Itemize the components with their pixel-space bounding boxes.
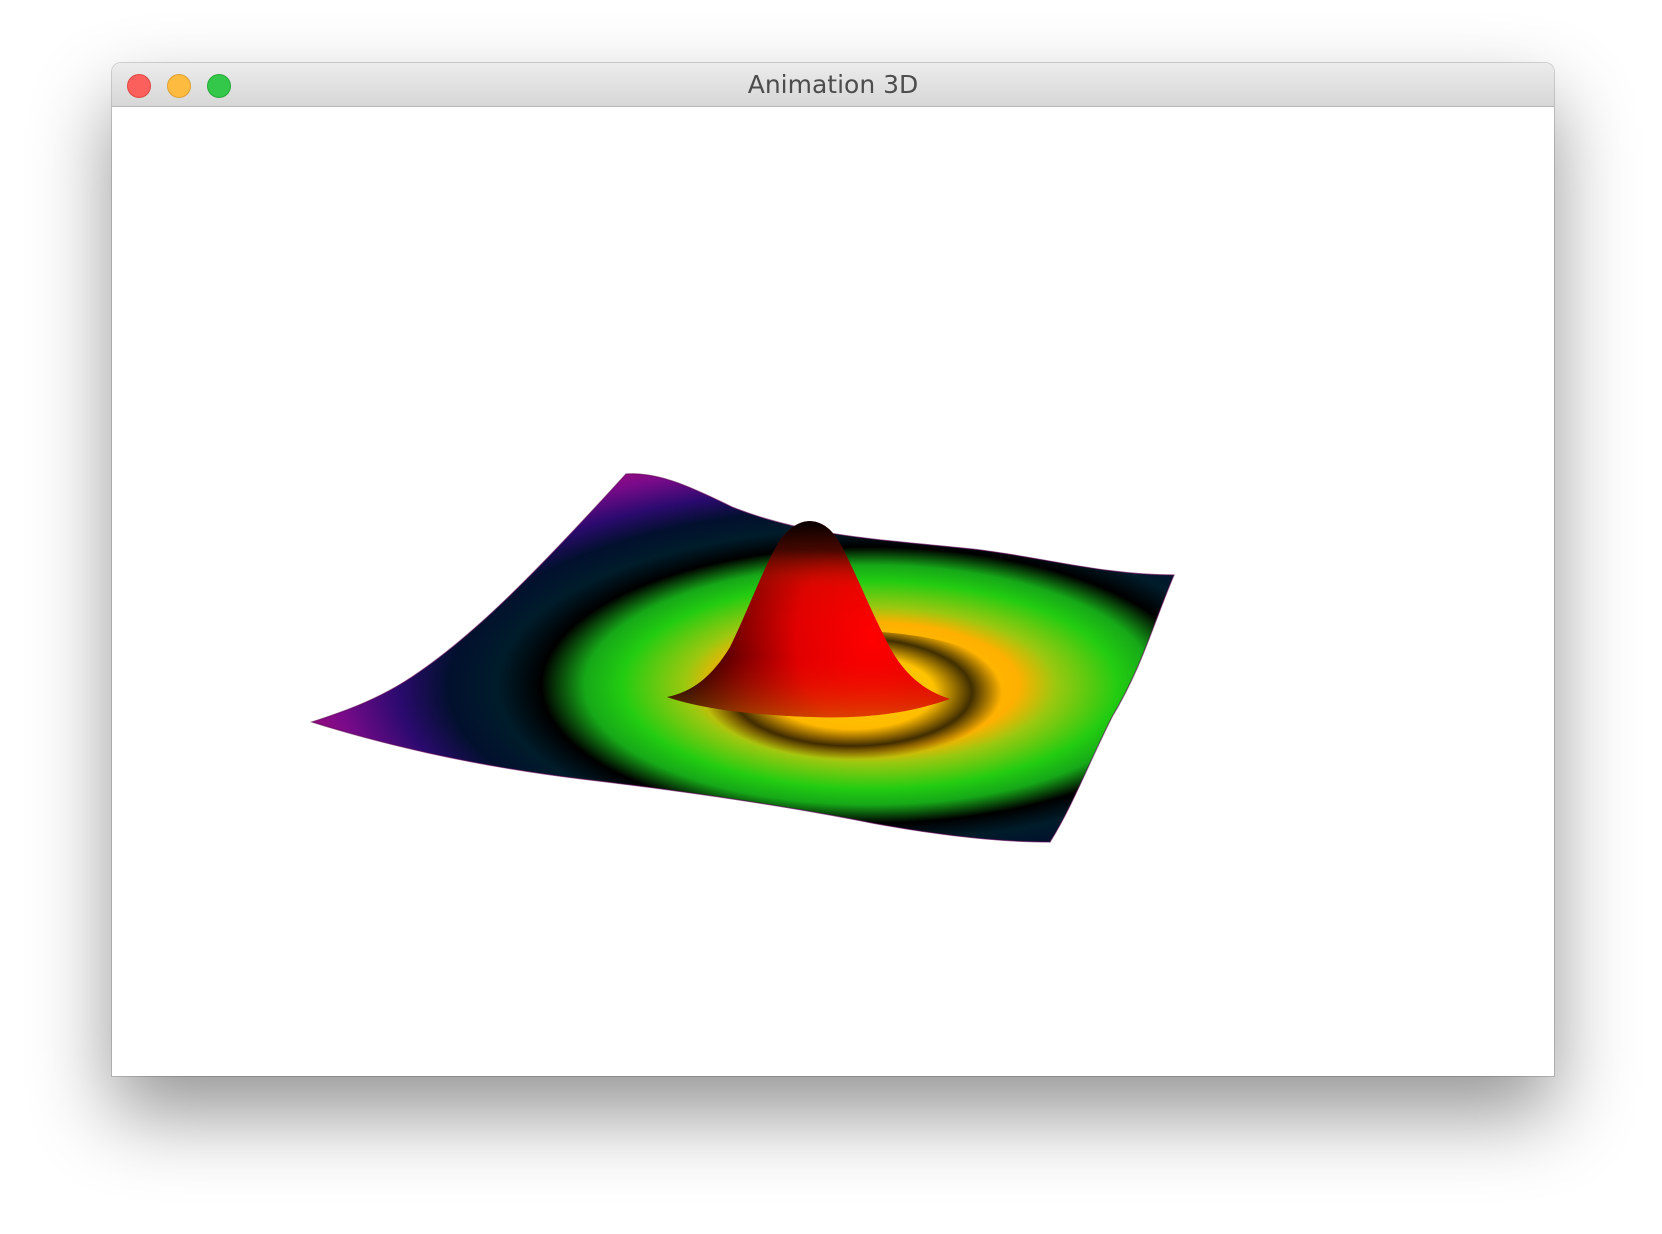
- window-title: Animation 3D: [747, 70, 919, 99]
- app-window: Animation 3D: [112, 63, 1554, 1076]
- render-view[interactable]: [112, 107, 1554, 1076]
- title-bar[interactable]: Animation 3D: [112, 63, 1554, 107]
- surface-plot: [310, 473, 1175, 843]
